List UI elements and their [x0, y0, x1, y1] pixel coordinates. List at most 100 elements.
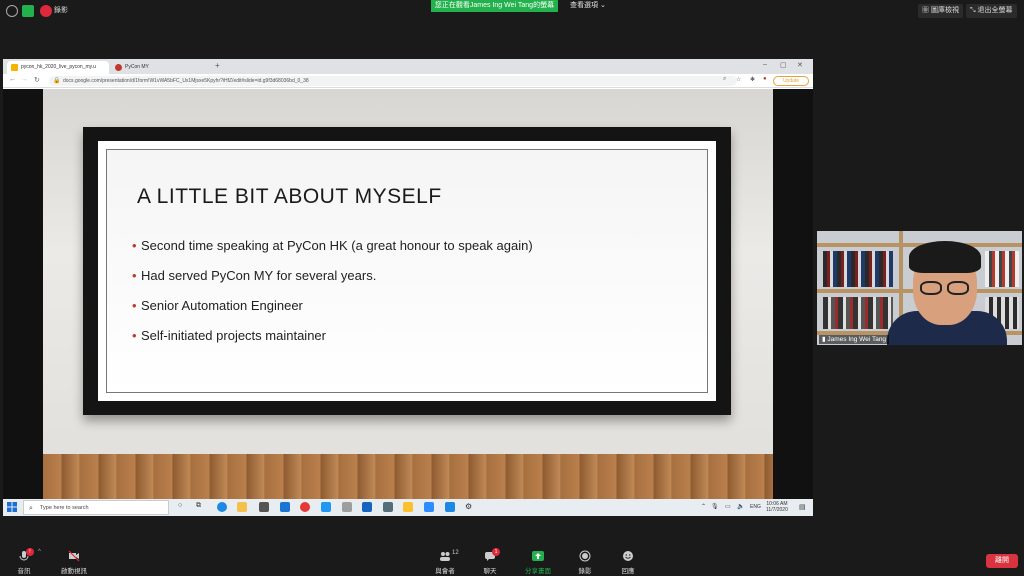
- tab-label: PyCon MY: [125, 64, 149, 70]
- books: [823, 297, 893, 329]
- browser-tab-pycon[interactable]: PyCon MY: [111, 61, 211, 74]
- update-button[interactable]: Update: [773, 76, 809, 86]
- url-input[interactable]: 🔒 docs.google.com/presentation/d/1form!W…: [49, 76, 737, 86]
- windows-start-icon[interactable]: [7, 502, 17, 512]
- exit-fullscreen-button[interactable]: ⤡ 退出全螢幕: [966, 4, 1017, 18]
- gallery-view-button[interactable]: ▦ 圖庫檢視: [918, 4, 963, 18]
- participant-name-label: ▮ James Ing Wei Tang: [819, 335, 890, 344]
- books: [985, 251, 1019, 287]
- video-off-icon: [68, 550, 80, 562]
- volume-icon[interactable]: 🔈: [737, 503, 744, 510]
- notes-icon[interactable]: [342, 502, 352, 512]
- slide-bullet: Self-initiated projects maintainer: [132, 328, 326, 343]
- browser-address-bar: ← → ↻ 🔒 docs.google.com/presentation/d/1…: [3, 74, 813, 88]
- slide-viewport: A LITTLE BIT ABOUT MYSELF Second time sp…: [3, 89, 813, 499]
- input-language[interactable]: ENG: [750, 504, 761, 510]
- browser-tab-slides[interactable]: pycon_hk_2020_live_pycon_my.u: [7, 61, 109, 74]
- taskbar-clock[interactable]: 10:06 AM 11/7/2020: [766, 501, 788, 513]
- participants-button[interactable]: 與會者: [425, 545, 465, 575]
- shield-icon[interactable]: [22, 5, 34, 17]
- share-screen-label: 分享畫面: [525, 568, 551, 575]
- start-video-label: 啟動視訊: [61, 568, 87, 575]
- shared-screen: pycon_hk_2020_live_pycon_my.u PyCon MY +…: [3, 59, 813, 516]
- mail-icon[interactable]: [280, 502, 290, 512]
- share-screen-button[interactable]: 分享畫面: [518, 545, 558, 575]
- mic-tray-icon[interactable]: 🎙: [711, 503, 719, 510]
- person-hair: [909, 241, 981, 273]
- participants-count: 12: [452, 550, 459, 556]
- chat-button[interactable]: 聊天: [470, 545, 510, 575]
- minimize-icon[interactable]: –: [763, 61, 767, 68]
- task-view-icon[interactable]: ⧉: [196, 502, 201, 510]
- extensions-icon[interactable]: ✱: [750, 76, 755, 83]
- sticky-notes-icon[interactable]: [403, 502, 413, 512]
- slides-favicon-icon: [11, 64, 18, 71]
- reactions-button[interactable]: 回應: [608, 545, 648, 575]
- file-explorer-icon[interactable]: [237, 502, 247, 512]
- chrome-icon[interactable]: [300, 502, 310, 512]
- new-tab-button[interactable]: +: [215, 61, 220, 70]
- slide-bullet: Senior Automation Engineer: [132, 298, 303, 313]
- reload-icon[interactable]: ↻: [34, 76, 40, 84]
- chat-unread-badge: 1: [492, 548, 500, 556]
- settings-gear-icon[interactable]: ⚙: [465, 502, 472, 511]
- slide-canvas: A LITTLE BIT ABOUT MYSELF Second time sp…: [43, 89, 773, 499]
- start-video-button[interactable]: 啟動視訊: [54, 545, 94, 575]
- viewing-banner: 您正在觀看James Ing Wei Tang的螢幕: [431, 0, 558, 12]
- view-options-label: 查看選項: [570, 2, 598, 9]
- windows-taskbar: ⌕ Type here to search ○ ⧉ ⚙ ⌃ 🎙 ▭ 🔈 ENG …: [3, 499, 813, 516]
- info-icon[interactable]: [6, 5, 18, 17]
- view-options-button[interactable]: 查看選項 ⌄: [570, 0, 606, 12]
- participants-label: 與會者: [435, 568, 455, 575]
- share-screen-icon: [532, 551, 544, 561]
- cortana-icon[interactable]: ○: [178, 502, 182, 509]
- exit-fullscreen-icon: ⤡: [970, 7, 978, 14]
- forward-icon[interactable]: →: [21, 76, 28, 83]
- tray-chevron-icon[interactable]: ⌃: [701, 503, 706, 510]
- profile-icon[interactable]: ●: [763, 76, 767, 82]
- participant-video[interactable]: ▮ James Ing Wei Tang: [817, 231, 1022, 345]
- chat-label: 聊天: [483, 568, 497, 575]
- books: [823, 251, 893, 287]
- notification-icon[interactable]: ▤: [799, 503, 806, 511]
- glasses-icon: [920, 281, 942, 295]
- leave-meeting-button[interactable]: 離開: [986, 554, 1018, 568]
- record-dot-icon: [40, 5, 52, 17]
- record-label: 錄影: [578, 568, 592, 575]
- clock-date: 11/7/2020: [766, 507, 788, 513]
- network-icon[interactable]: ▭: [725, 503, 731, 510]
- back-icon[interactable]: ←: [9, 76, 16, 83]
- zoom-search-icon[interactable]: ⌕: [723, 76, 726, 83]
- glasses-icon: [947, 281, 969, 295]
- slide-mat: A LITTLE BIT ABOUT MYSELF Second time sp…: [98, 141, 716, 401]
- audio-label: 音訊: [17, 568, 31, 575]
- slide-frame: A LITTLE BIT ABOUT MYSELF Second time sp…: [83, 127, 731, 415]
- edge-icon[interactable]: [217, 502, 227, 512]
- chevron-down-icon: ⌄: [599, 2, 606, 9]
- audio-options-chevron-icon[interactable]: ^: [38, 549, 41, 555]
- slide-title: A LITTLE BIT ABOUT MYSELF: [137, 185, 442, 208]
- audio-warning-badge: !: [26, 548, 34, 556]
- maximize-icon[interactable]: ▢: [780, 61, 787, 69]
- exit-fullscreen-label: 退出全螢幕: [977, 7, 1013, 14]
- browser-tab-bar: pycon_hk_2020_live_pycon_my.u PyCon MY +…: [3, 59, 813, 74]
- store-icon[interactable]: [259, 502, 269, 512]
- bookmark-star-icon[interactable]: ☆: [736, 76, 741, 83]
- zoom-bottom-toolbar: 音訊 ! ^ 啟動視訊 與會者 12 聊天 1 分享畫面 錄影 回應 離開: [0, 545, 1024, 576]
- terminal-icon[interactable]: [383, 502, 393, 512]
- lock-icon: 🔒: [53, 78, 61, 84]
- participants-icon: [440, 552, 450, 561]
- recording-label: 錄影: [54, 7, 68, 14]
- grid-icon: ▦: [922, 7, 931, 14]
- slide-bullet: Had served PyCon MY for several years.: [132, 268, 376, 283]
- zoom-top-bar: 錄影 您正在觀看James Ing Wei Tang的螢幕 查看選項 ⌄ ▦ 圖…: [0, 0, 1024, 22]
- record-button[interactable]: 錄影: [565, 545, 605, 575]
- outlook-icon[interactable]: [445, 502, 455, 512]
- url-text: docs.google.com/presentation/d/1form!W1v…: [63, 78, 309, 84]
- zoom-icon[interactable]: [424, 502, 434, 512]
- slide-bullet: Second time speaking at PyCon HK (a grea…: [132, 238, 533, 253]
- vscode-icon[interactable]: [321, 502, 331, 512]
- app-icon[interactable]: [362, 502, 372, 512]
- close-icon[interactable]: ✕: [797, 61, 803, 69]
- taskbar-search-input[interactable]: ⌕ Type here to search: [23, 500, 169, 515]
